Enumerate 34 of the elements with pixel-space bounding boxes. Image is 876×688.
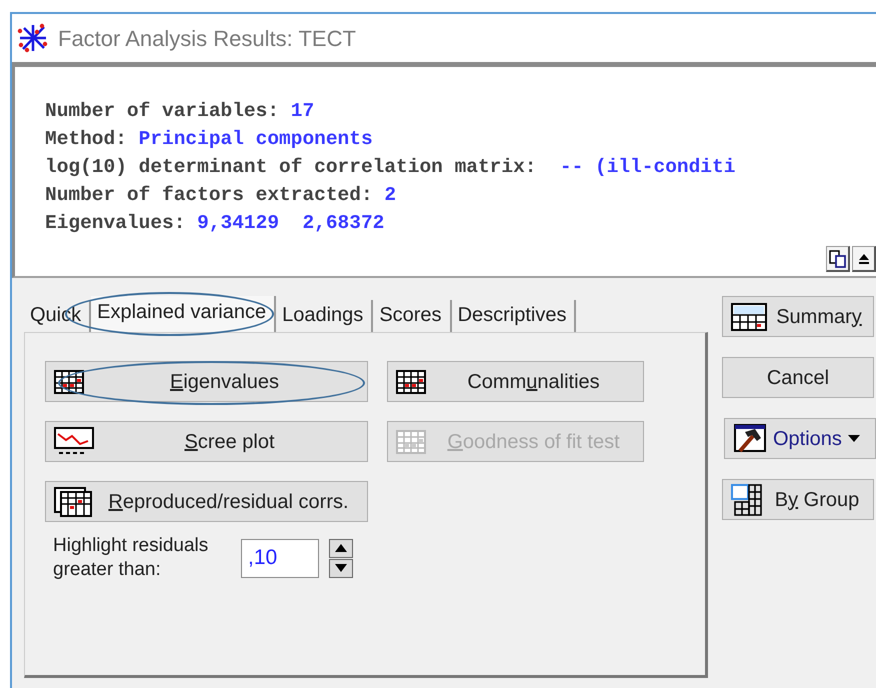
window-title: Factor Analysis Results: TECT <box>58 24 356 53</box>
side-button[interactable]: By Group <box>722 479 874 520</box>
output-line: Method: Principal components <box>45 127 374 152</box>
copy-icon <box>828 250 846 268</box>
spin-up-button[interactable] <box>329 538 353 558</box>
side-button[interactable]: Summary <box>722 296 874 337</box>
tab[interactable]: Explained variance <box>91 296 276 332</box>
stacked-grid-icon <box>54 486 92 516</box>
summary-table-icon <box>731 302 767 330</box>
app-logo-icon <box>16 23 50 53</box>
hammer-icon <box>733 424 767 454</box>
grid-icon <box>54 370 84 394</box>
spin-down-button[interactable] <box>329 558 353 578</box>
down-arrow-icon <box>335 564 347 572</box>
output-line: Number of variables: 17 <box>45 99 316 124</box>
toolbar-button[interactable]: Eigenvalues <box>45 361 368 402</box>
line-chart-icon <box>54 426 94 456</box>
up-arrow-icon <box>858 252 870 266</box>
output-line: Number of factors extracted: 2 <box>45 183 398 208</box>
copy-button[interactable] <box>826 246 850 272</box>
threshold-field[interactable]: ,10 <box>241 538 319 578</box>
group-table-icon <box>731 484 763 516</box>
output-line: Eigenvalues: 9,34129 2,68372 <box>45 211 386 236</box>
threshold-label: Highlight residuals greater than: <box>53 534 210 582</box>
output-line: log(10) determinant of correlation matrix: -- (ill-conditi <box>45 155 736 180</box>
toolbar-button[interactable]: Scree plot <box>45 421 368 462</box>
toolbar-button[interactable]: Communalities <box>387 361 644 402</box>
grid-icon <box>396 370 426 394</box>
side-button[interactable]: Cancel <box>722 357 874 398</box>
grid-icon <box>396 430 426 454</box>
up-arrow-icon <box>335 544 347 552</box>
side-button[interactable]: Options <box>724 418 876 459</box>
toolbar-button[interactable]: Reproduced/residual corrs. <box>45 481 368 522</box>
collapse-button[interactable] <box>852 246 876 272</box>
